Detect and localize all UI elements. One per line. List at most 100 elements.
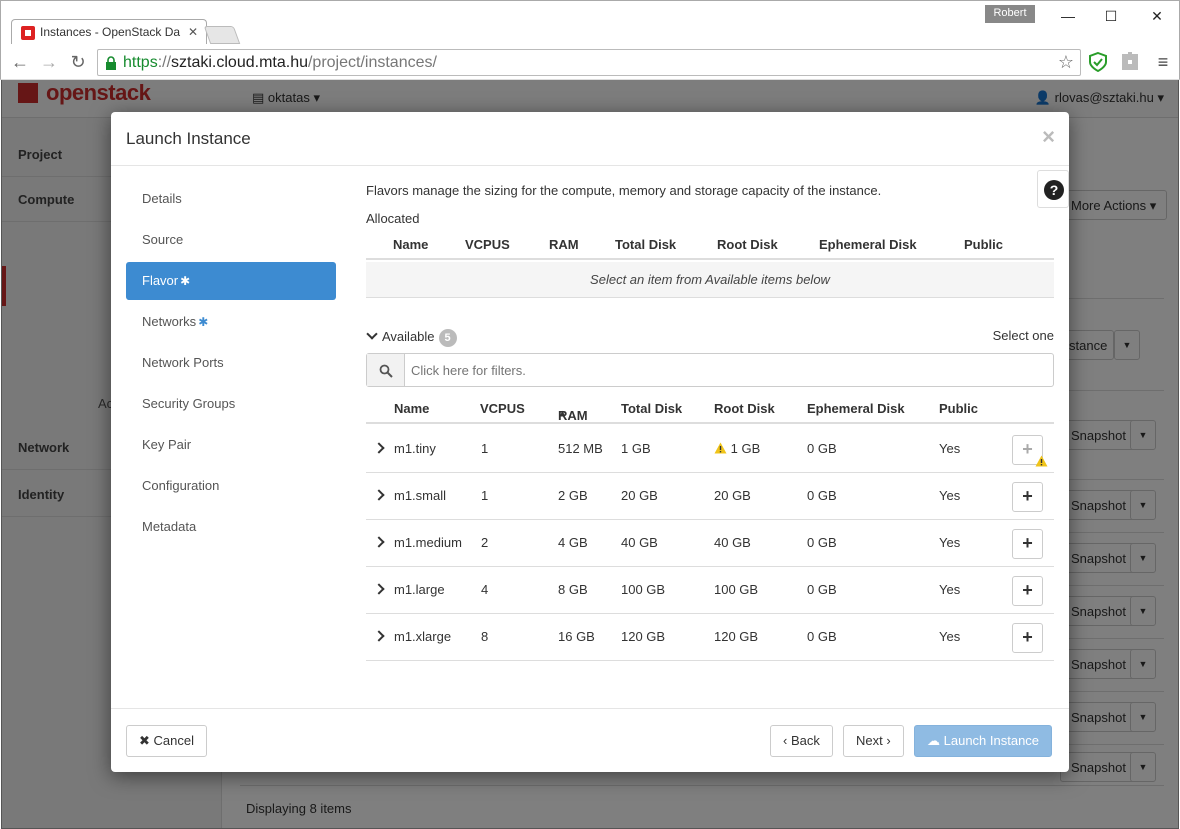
column-header[interactable]: Ephemeral Disk <box>807 401 905 416</box>
flavor-public: Yes <box>939 441 961 456</box>
help-icon: ? <box>1044 180 1064 200</box>
select-hint: Select one <box>992 328 1054 343</box>
sort-asc-icon: ▲ <box>558 408 567 418</box>
back-button[interactable]: ‹ Back <box>770 725 833 757</box>
add-flavor-button[interactable]: + <box>1012 623 1043 653</box>
new-tab-button[interactable] <box>203 26 241 44</box>
maximize-button[interactable]: ☐ <box>1100 7 1122 27</box>
close-window-button[interactable]: ✕ <box>1146 7 1168 27</box>
wizard-step-label: Details <box>142 191 182 206</box>
table-row[interactable]: m1.xlarge 8 16 GB 120 GB 120 GB 0 GB Yes… <box>366 614 1054 661</box>
wizard-step-network-ports[interactable]: Network Ports <box>126 344 336 382</box>
flavor-root-disk: 120 GB <box>714 629 759 644</box>
column-header[interactable]: Public <box>939 401 978 416</box>
next-label: Next <box>856 733 883 748</box>
table-row[interactable]: m1.large 4 8 GB 100 GB 100 GB 0 GB Yes + <box>366 567 1054 614</box>
chevron-right-icon[interactable] <box>373 583 385 595</box>
puzzle-icon[interactable] <box>1120 52 1140 72</box>
times-icon: ✖ <box>139 733 150 748</box>
flavor-public: Yes <box>939 582 961 597</box>
available-toggle[interactable]: Available 5 <box>366 328 457 347</box>
column-header: Name <box>393 237 429 252</box>
flavor-ephemeral: 0 GB <box>807 488 837 503</box>
url-text: https://sztaki.cloud.mta.hu/project/inst… <box>123 54 437 72</box>
plus-icon: + <box>1022 486 1033 506</box>
back-arrow-icon[interactable]: ← <box>10 52 30 72</box>
flavor-name: m1.small <box>394 488 447 503</box>
browser-titlebar: Instances - OpenStack Da ✕ Robert — ☐ ✕ <box>0 0 1180 46</box>
flavor-ram: 16 GB <box>558 629 595 644</box>
wizard-step-security-groups[interactable]: Security Groups <box>126 385 336 423</box>
wizard-step-configuration[interactable]: Configuration <box>126 467 336 505</box>
plus-icon: + <box>1022 533 1033 553</box>
wizard-step-label: Flavor <box>142 273 179 288</box>
flavor-vcpus: 1 <box>481 488 489 503</box>
flavor-ram: 2 GB <box>558 488 588 503</box>
forward-arrow-icon[interactable]: → <box>39 52 59 72</box>
minimize-button[interactable]: — <box>1057 7 1079 27</box>
table-row[interactable]: m1.tiny 1 512 MB 1 GB 1 GB 0 GB Yes + <box>366 426 1054 473</box>
allocated-empty-message: Select an item from Available items belo… <box>366 262 1054 298</box>
wizard-step-label: Configuration <box>142 478 220 493</box>
wizard-step-details[interactable]: Details <box>126 180 336 218</box>
favicon-icon <box>21 26 35 40</box>
chevron-right-icon: › <box>886 733 891 748</box>
allocated-table-header: Name VCPUS RAM Total Disk Root Disk Ephe… <box>366 230 1054 260</box>
reload-icon[interactable]: ↻ <box>68 52 88 72</box>
launch-instance-button[interactable]: ☁ Launch Instance <box>914 725 1053 757</box>
url-separator: :// <box>157 54 172 71</box>
table-row[interactable]: m1.medium 2 4 GB 40 GB 40 GB 0 GB Yes + <box>366 520 1054 567</box>
chevron-right-icon[interactable] <box>373 489 385 501</box>
wizard-step-networks[interactable]: Networks ✱ <box>126 303 336 341</box>
wizard-step-key-pair[interactable]: Key Pair <box>126 426 336 464</box>
flavor-public: Yes <box>939 535 961 550</box>
column-header: Public <box>964 237 1004 252</box>
flavor-public: Yes <box>939 629 961 644</box>
profile-badge[interactable]: Robert <box>985 5 1035 23</box>
star-icon[interactable]: ☆ <box>1058 52 1074 73</box>
plus-icon: + <box>1022 580 1033 600</box>
required-asterisk-icon: ✱ <box>198 315 209 329</box>
menu-icon[interactable]: ≡ <box>1153 52 1173 72</box>
flavor-name: m1.large <box>394 582 445 597</box>
add-flavor-button[interactable]: + <box>1012 576 1043 606</box>
wizard-step-metadata[interactable]: Metadata <box>126 508 336 546</box>
cancel-button[interactable]: ✖ Cancel <box>126 725 207 757</box>
tab-close-icon[interactable]: ✕ <box>188 25 198 39</box>
address-bar[interactable]: https://sztaki.cloud.mta.hu/project/inst… <box>97 49 1081 76</box>
flavor-total-disk: 20 GB <box>621 488 658 503</box>
search-icon <box>379 364 393 378</box>
lock-icon <box>106 56 116 70</box>
table-row[interactable]: m1.small 1 2 GB 20 GB 20 GB 0 GB Yes + <box>366 473 1054 520</box>
cloud-upload-icon: ☁ <box>927 733 940 748</box>
warning-icon <box>1035 455 1048 467</box>
chevron-right-icon[interactable] <box>373 442 385 454</box>
allocated-label: Allocated <box>366 211 420 226</box>
filter-input[interactable] <box>405 354 1053 386</box>
column-header: VCPUS <box>465 237 510 252</box>
chevron-right-icon[interactable] <box>373 536 385 548</box>
wizard-step-source[interactable]: Source <box>126 221 336 259</box>
launch-label: Launch Instance <box>943 733 1040 748</box>
browser-tab[interactable]: Instances - OpenStack Da ✕ <box>11 19 207 46</box>
tab-title: Instances - OpenStack Da <box>40 25 181 39</box>
flavor-ephemeral: 0 GB <box>807 629 837 644</box>
add-flavor-button[interactable]: + <box>1012 435 1048 467</box>
column-header[interactable]: VCPUS <box>480 401 525 416</box>
chevron-right-icon[interactable] <box>373 630 385 642</box>
shield-icon[interactable] <box>1088 52 1108 72</box>
add-flavor-button[interactable]: + <box>1012 529 1043 559</box>
column-header: Ephemeral Disk <box>819 237 917 252</box>
search-addon <box>367 354 405 386</box>
flavor-vcpus: 8 <box>481 629 489 644</box>
flavor-ram: 4 GB <box>558 535 588 550</box>
add-flavor-button[interactable]: + <box>1012 482 1043 512</box>
flavor-root-disk: 20 GB <box>714 488 751 503</box>
help-button[interactable]: ? <box>1037 170 1069 208</box>
close-icon[interactable]: × <box>1042 124 1055 150</box>
column-header[interactable]: Total Disk <box>621 401 682 416</box>
column-header[interactable]: Root Disk <box>714 401 775 416</box>
column-header[interactable]: Name <box>394 401 429 416</box>
wizard-step-flavor[interactable]: Flavor ✱ <box>126 262 336 300</box>
next-button[interactable]: Next › <box>843 725 904 757</box>
